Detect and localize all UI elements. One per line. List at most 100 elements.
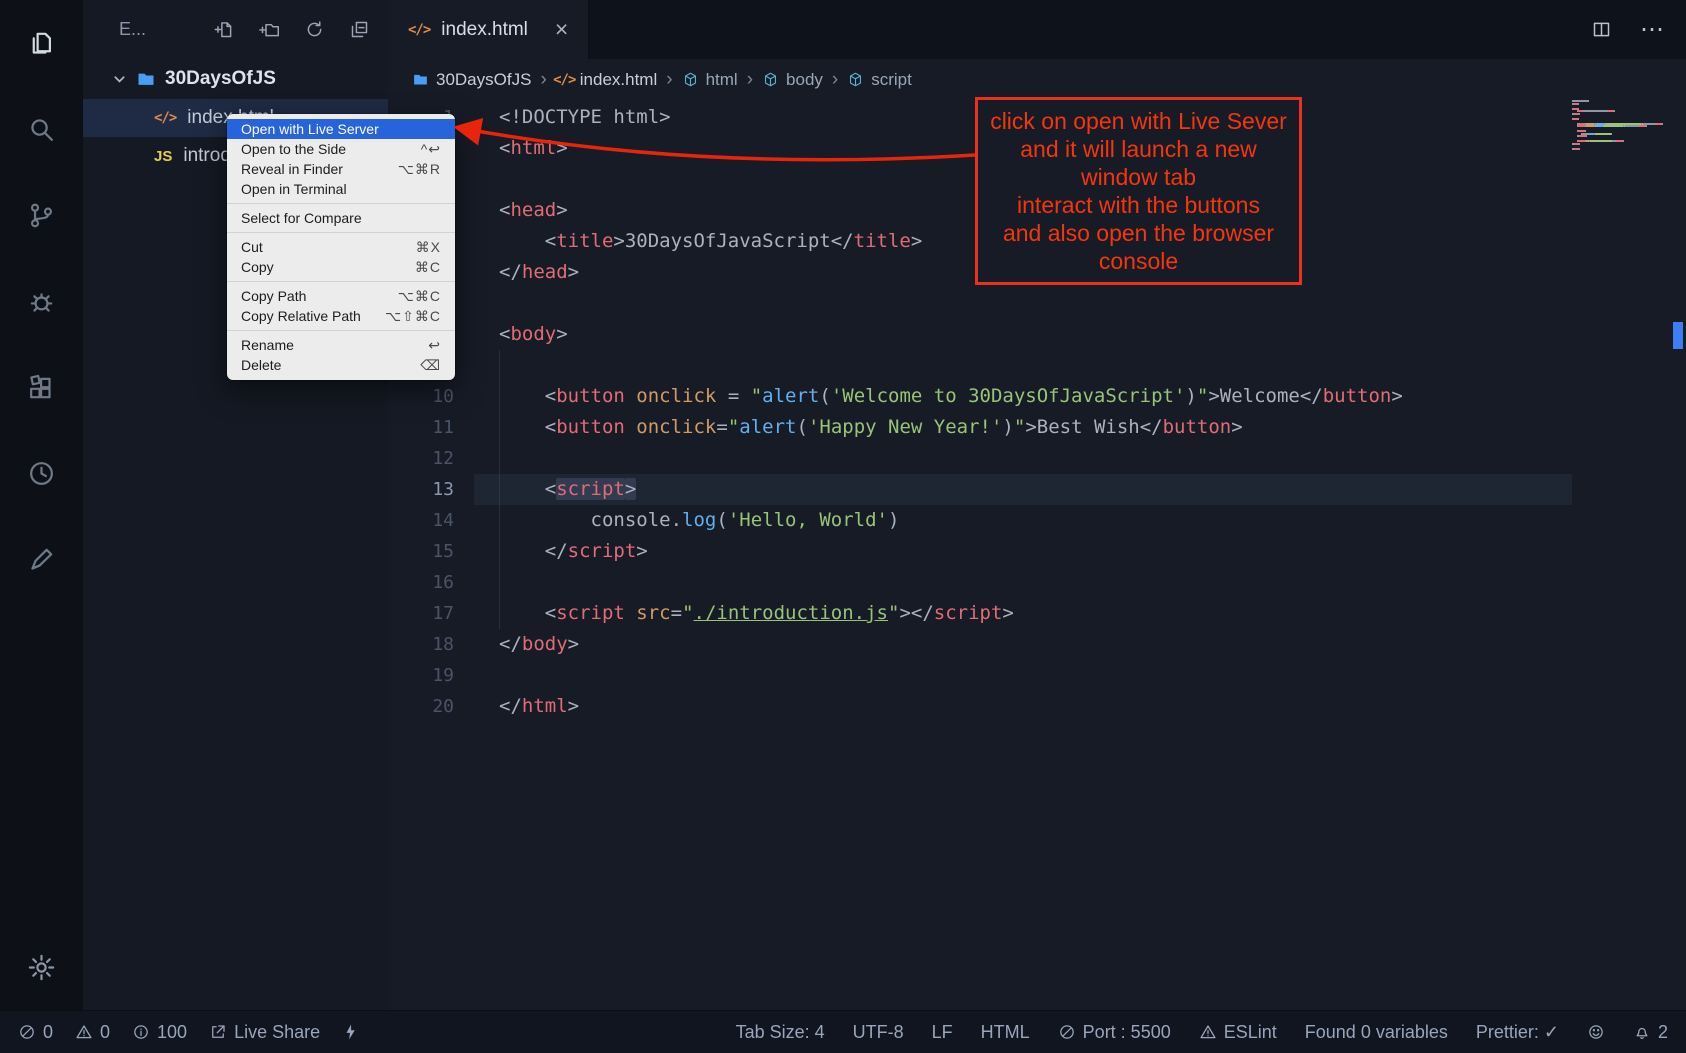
status-0[interactable]: 0	[75, 1022, 110, 1043]
menu-item-reveal-in-finder[interactable]: Reveal in Finder⌥⌘R	[227, 159, 455, 179]
js-icon: JS	[154, 148, 172, 165]
menu-item-open-in-terminal[interactable]: Open in Terminal	[227, 179, 455, 199]
breadcrumb: 30DaysOfJS›</>index.html›html›body›scrip…	[388, 59, 1686, 100]
status-label: LF	[932, 1022, 953, 1043]
line-content: console.log('Hello, World')	[474, 505, 1572, 536]
minimap[interactable]	[1572, 100, 1668, 150]
folder-icon	[412, 71, 429, 88]
root-folder-label: 30DaysOfJS	[165, 68, 276, 90]
code-line-9[interactable]: 9	[388, 350, 1686, 381]
menu-item-select-for-compare[interactable]: Select for Compare	[227, 208, 455, 228]
line-content: </html>	[474, 691, 1572, 722]
menu-item-rename[interactable]: Rename↩	[227, 335, 455, 355]
menu-item-copy-path[interactable]: Copy Path⌥⌘C	[227, 286, 455, 306]
explorer-actions	[214, 19, 370, 40]
split-editor-icon[interactable]	[1591, 19, 1612, 40]
annotation-line: click on open with Live Sever	[982, 107, 1295, 135]
smiley-icon	[1587, 1023, 1605, 1041]
tab-label: index.html	[441, 19, 528, 41]
status-label: Port : 5500	[1083, 1022, 1171, 1043]
activity-explorer-button[interactable]	[0, 0, 82, 86]
line-content: <button onclick = "alert('Welcome to 30D…	[474, 381, 1572, 412]
status-prettier-[interactable]: Prettier: ✓	[1476, 1022, 1559, 1043]
menu-item-shortcut: ⌘X	[416, 239, 441, 256]
gear-icon	[26, 952, 57, 983]
breadcrumb-label: html	[706, 70, 738, 90]
extensions-icon	[26, 372, 57, 403]
code-line-20[interactable]: 20</html>	[388, 691, 1686, 722]
breadcrumb-separator: ›	[832, 69, 838, 91]
status-label: HTML	[981, 1022, 1030, 1043]
menu-item-shortcut: ⌫	[420, 357, 441, 374]
status-tab-size-4[interactable]: Tab Size: 4	[736, 1022, 825, 1043]
symbol-cube-icon	[847, 71, 864, 88]
code-line-10[interactable]: 10 <button onclick = "alert('Welcome to …	[388, 381, 1686, 412]
status-bar: 0 0 100 Live Share Tab Size: 4 UTF-8 LF HTML Po…	[0, 1010, 1686, 1053]
breadcrumb-item-script[interactable]: script	[847, 70, 912, 90]
status-found-0-variables[interactable]: Found 0 variables	[1305, 1022, 1448, 1043]
new-file-icon[interactable]	[214, 19, 235, 40]
menu-item-label: Copy Relative Path	[241, 308, 367, 324]
indent-guide	[499, 350, 500, 629]
activity-bar	[0, 0, 83, 1010]
status-lf[interactable]: LF	[932, 1022, 953, 1043]
status-eslint[interactable]: ESLint	[1199, 1022, 1277, 1043]
explorer-header: E...	[82, 0, 388, 59]
line-content: </body>	[474, 629, 1572, 660]
code-line-8[interactable]: 8<body>	[388, 319, 1686, 350]
manage-gear-button[interactable]	[26, 952, 57, 988]
activity-source-control-button[interactable]	[0, 172, 82, 258]
code-line-11[interactable]: 11 <button onclick="alert('Happy New Yea…	[388, 412, 1686, 443]
refresh-icon[interactable]	[304, 19, 325, 40]
menu-item-open-with-live-server[interactable]: Open with Live Server	[227, 119, 455, 139]
code-line-19[interactable]: 19	[388, 660, 1686, 691]
status-2[interactable]: 2	[1633, 1022, 1668, 1043]
code-icon: </>	[556, 71, 573, 88]
activity-search-button[interactable]	[0, 86, 82, 172]
line-content: <button onclick="alert('Happy New Year!'…	[474, 412, 1572, 443]
activity-clock-button[interactable]	[0, 430, 82, 516]
close-tab-icon[interactable]: ×	[555, 18, 568, 41]
breadcrumb-item-body[interactable]: body	[762, 70, 823, 90]
code-line-17[interactable]: 17 <script src="./introduction.js"></scr…	[388, 598, 1686, 629]
menu-separator	[227, 281, 455, 282]
breadcrumb-item-30DaysOfJS[interactable]: 30DaysOfJS	[412, 70, 531, 90]
folder-row-30daysofjs[interactable]: 30DaysOfJS	[82, 59, 388, 99]
code-line-15[interactable]: 15 </script>	[388, 536, 1686, 567]
code-line-7[interactable]: 7	[388, 288, 1686, 319]
menu-item-cut[interactable]: Cut⌘X	[227, 237, 455, 257]
code-line-12[interactable]: 12	[388, 443, 1686, 474]
new-folder-icon[interactable]	[259, 19, 280, 40]
activity-debug-button[interactable]	[0, 258, 82, 344]
activity-extensions-button[interactable]	[0, 344, 82, 430]
tab-index-html[interactable]: </> index.html ×	[388, 0, 589, 59]
code-line-14[interactable]: 14 console.log('Hello, World')	[388, 505, 1686, 536]
info-icon	[132, 1023, 150, 1041]
menu-item-delete[interactable]: Delete⌫	[227, 355, 455, 375]
line-number: 10	[388, 381, 454, 412]
breadcrumb-item-html[interactable]: html	[682, 70, 738, 90]
activity-pen-button[interactable]	[0, 516, 82, 602]
menu-item-label: Copy Path	[241, 288, 380, 304]
code-line-13[interactable]: 13 <script>	[388, 474, 1686, 505]
status-smiley-icon[interactable]	[1587, 1023, 1605, 1041]
annotation-line: interact with the buttons	[982, 191, 1295, 219]
share-icon	[209, 1023, 227, 1041]
menu-item-open-to-the-side[interactable]: Open to the Side^↩	[227, 139, 455, 159]
breadcrumb-label: body	[786, 70, 823, 90]
code-line-16[interactable]: 16	[388, 567, 1686, 598]
menu-item-copy[interactable]: Copy⌘C	[227, 257, 455, 277]
menu-item-copy-relative-path[interactable]: Copy Relative Path⌥⇧⌘C	[227, 306, 455, 326]
status-html[interactable]: HTML	[981, 1022, 1030, 1043]
collapse-all-icon[interactable]	[349, 19, 370, 40]
status-zap-icon[interactable]	[342, 1023, 360, 1041]
status-0[interactable]: 0	[18, 1022, 53, 1043]
status-utf-8[interactable]: UTF-8	[853, 1022, 904, 1043]
more-actions-icon[interactable]: ⋯	[1640, 15, 1666, 44]
breadcrumb-item-index.html[interactable]: </>index.html	[556, 70, 657, 90]
annotation-line: window tab	[982, 163, 1295, 191]
status-port-5500[interactable]: Port : 5500	[1058, 1022, 1171, 1043]
code-line-18[interactable]: 18</body>	[388, 629, 1686, 660]
status-live-share[interactable]: Live Share	[209, 1022, 320, 1043]
status-100[interactable]: 100	[132, 1022, 187, 1043]
